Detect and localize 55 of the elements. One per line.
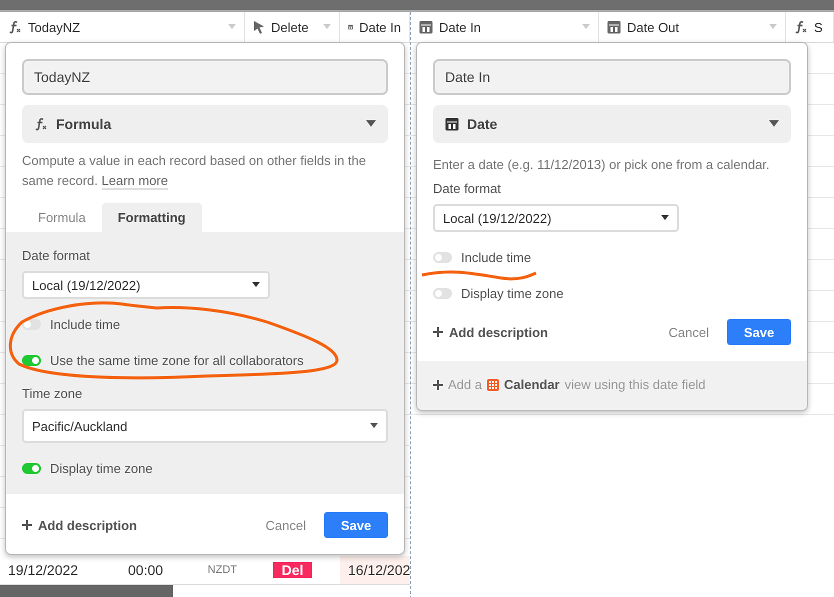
caret-icon bbox=[370, 423, 378, 429]
toggle-switch[interactable] bbox=[433, 252, 452, 263]
cancel-button[interactable]: Cancel bbox=[662, 324, 715, 340]
table-cell-text: 00:00 bbox=[127, 562, 164, 578]
plus-icon bbox=[433, 327, 443, 337]
caret-icon bbox=[366, 120, 376, 128]
caret-icon bbox=[769, 24, 777, 30]
add-calendar-view-link[interactable]: Add a Calendar view using this date field bbox=[417, 361, 807, 410]
toggle-row[interactable]: Display time zone bbox=[22, 461, 388, 476]
calendar-icon bbox=[445, 117, 459, 131]
toggle-switch[interactable] bbox=[22, 463, 41, 474]
toggle-row[interactable]: Include time bbox=[22, 317, 388, 332]
caret-icon bbox=[661, 215, 669, 221]
date-format-label: Date format bbox=[22, 248, 91, 263]
field-type-select[interactable]: Formula bbox=[22, 105, 388, 143]
formula-icon bbox=[794, 20, 808, 34]
caret-icon bbox=[228, 24, 236, 30]
date-format-select[interactable]: Local (19/12/2022) bbox=[22, 271, 270, 299]
field-name-input[interactable]: Date In bbox=[433, 59, 791, 95]
formula-icon bbox=[8, 20, 22, 34]
plus-icon bbox=[433, 380, 443, 390]
learn-more-link[interactable]: Learn more bbox=[102, 173, 168, 190]
settings-tab[interactable]: Formatting bbox=[102, 203, 202, 232]
plus-icon bbox=[22, 520, 32, 530]
field-description: Compute a value in each record based on other fields in the same record. Learn more bbox=[22, 152, 367, 191]
add-description-button[interactable]: Add description bbox=[433, 324, 548, 340]
toggle-row[interactable]: Include time bbox=[433, 250, 791, 265]
table-cell-text: NZDT bbox=[206, 564, 238, 576]
toggle-switch[interactable] bbox=[22, 355, 41, 366]
field-type-select[interactable]: Date bbox=[433, 105, 791, 143]
date-format-select[interactable]: Local (19/12/2022) bbox=[433, 204, 679, 232]
caret-icon bbox=[769, 120, 779, 128]
cancel-button[interactable]: Cancel bbox=[260, 516, 312, 534]
caret-icon bbox=[323, 24, 331, 30]
toggle-switch[interactable] bbox=[433, 288, 452, 299]
time-zone-label: Time zone bbox=[22, 386, 84, 401]
add-description-button[interactable]: Add description bbox=[22, 518, 137, 532]
save-button[interactable]: Save bbox=[727, 319, 791, 345]
toggle-row[interactable]: Display time zone bbox=[433, 286, 791, 301]
time-zone-select[interactable]: Pacific/Auckland bbox=[22, 409, 388, 443]
calendar-grid-icon bbox=[486, 378, 499, 390]
toggle-row[interactable]: Use the same time zone for all collaborators bbox=[22, 353, 388, 368]
caret-icon bbox=[252, 282, 260, 288]
delete-tag: Del bbox=[272, 562, 312, 578]
field-description: Enter a date (e.g. 11/12/2013) or pick one from a calendar. bbox=[433, 156, 771, 174]
calendar-icon bbox=[419, 20, 433, 34]
table-cell: 16/12/202 bbox=[340, 556, 410, 584]
field-name-input[interactable]: TodayNZ bbox=[22, 59, 388, 95]
cursor-icon bbox=[253, 20, 265, 34]
table-cell-text: 19/12/2022 bbox=[7, 562, 80, 578]
date-format-label: Date format bbox=[433, 181, 502, 196]
formula-icon bbox=[34, 117, 48, 131]
calendar-icon bbox=[607, 20, 621, 34]
save-button[interactable]: Save bbox=[324, 512, 388, 538]
caret-icon bbox=[582, 24, 590, 30]
